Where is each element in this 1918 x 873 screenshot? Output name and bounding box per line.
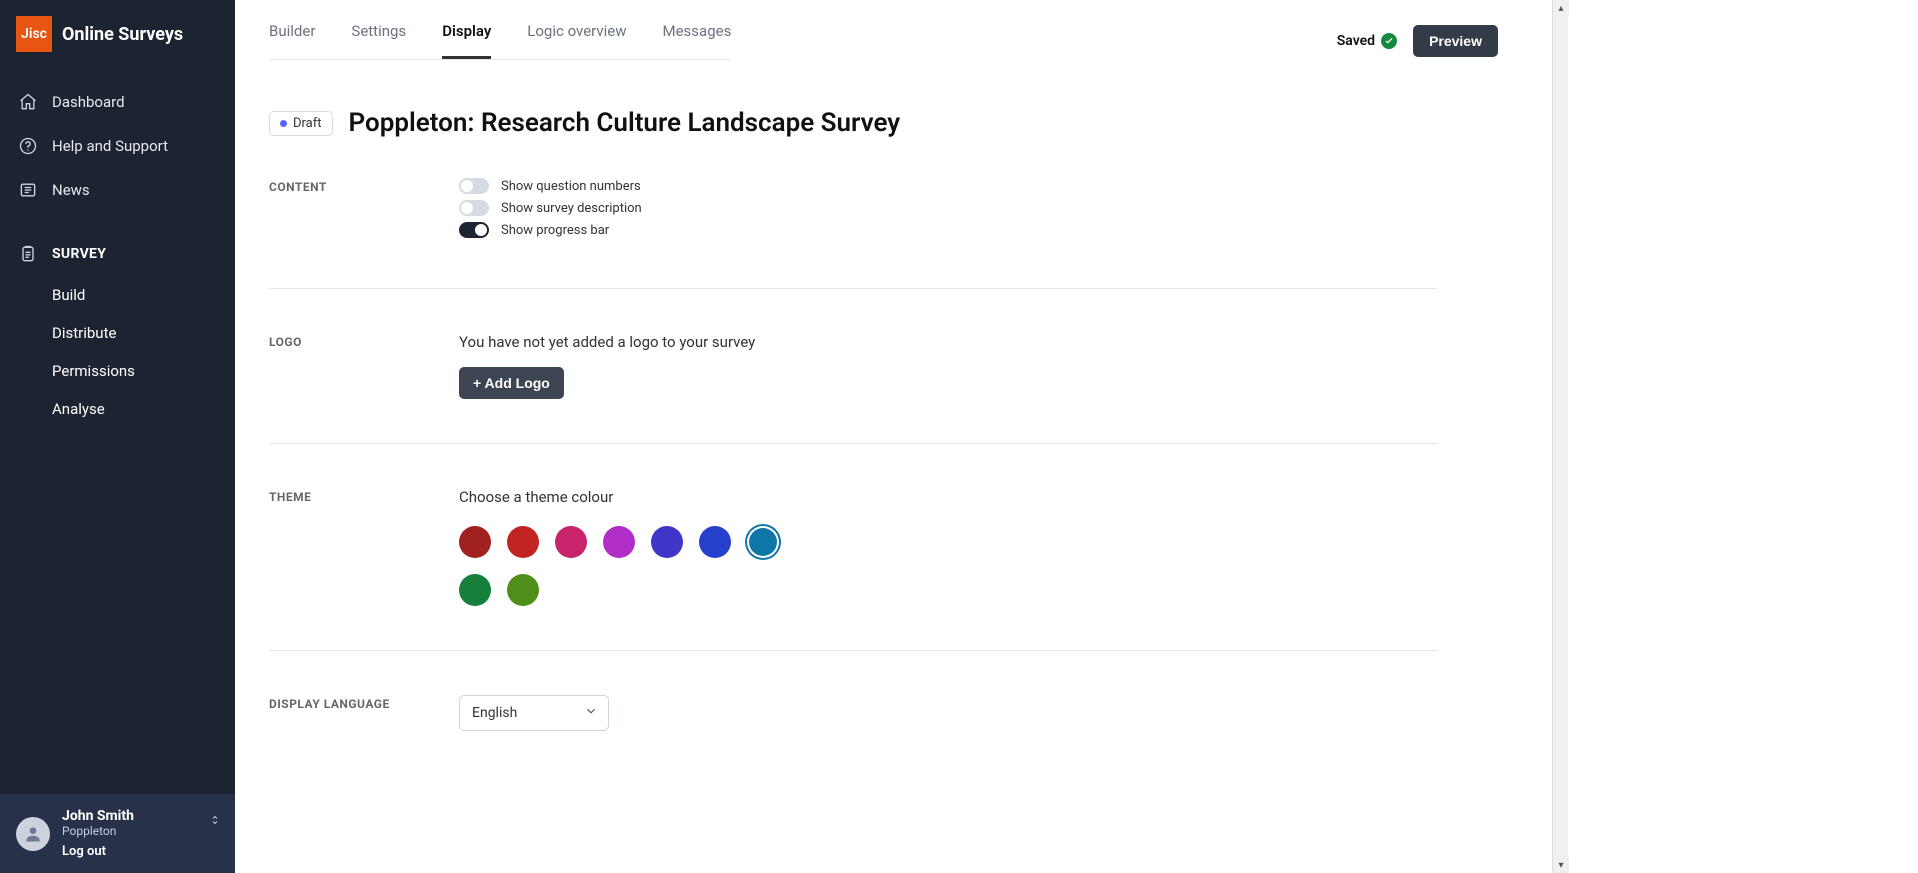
theme-swatch-7[interactable] xyxy=(459,574,491,606)
user-name: John Smith xyxy=(62,808,219,824)
language-select[interactable]: English xyxy=(459,695,609,731)
sidebar-user[interactable]: John Smith Poppleton Log out xyxy=(0,794,235,873)
toggle-description-label: Show survey description xyxy=(501,201,642,216)
theme-swatch-0[interactable] xyxy=(459,526,491,558)
logout-link[interactable]: Log out xyxy=(62,844,219,859)
home-icon xyxy=(18,92,38,112)
tabs: Builder Settings Display Logic overview … xyxy=(269,22,731,60)
theme-swatch-3[interactable] xyxy=(603,526,635,558)
section-logo-body: You have not yet added a logo to your su… xyxy=(459,333,1437,399)
toggle-row-progress: Show progress bar xyxy=(459,222,1437,238)
jisc-logo: Jisc xyxy=(16,16,52,52)
nav-dashboard-label: Dashboard xyxy=(52,93,125,111)
add-logo-button[interactable]: + Add Logo xyxy=(459,367,564,399)
title-row: Draft Poppleton: Research Culture Landsc… xyxy=(269,108,1437,138)
language-value: English xyxy=(472,705,517,721)
nav-analyse[interactable]: Analyse xyxy=(52,390,235,428)
toggle-row-description: Show survey description xyxy=(459,200,1437,216)
theme-swatch-8[interactable] xyxy=(507,574,539,606)
section-content-label: CONTENT xyxy=(269,178,459,194)
theme-swatch-6[interactable] xyxy=(749,528,777,556)
clipboard-icon xyxy=(18,244,38,264)
window-scrollbar[interactable]: ▴ ▾ xyxy=(1552,0,1568,873)
status-badge-label: Draft xyxy=(293,116,322,131)
section-language-label: DISPLAY LANGUAGE xyxy=(269,695,459,711)
toggle-row-numbers: Show question numbers xyxy=(459,178,1437,194)
nav-help[interactable]: Help and Support xyxy=(0,124,235,168)
nav-dashboard[interactable]: Dashboard xyxy=(0,80,235,124)
toggle-show-progress[interactable] xyxy=(459,222,489,238)
check-icon xyxy=(1381,33,1397,49)
topbar: Builder Settings Display Logic overview … xyxy=(235,0,1552,60)
nav-permissions[interactable]: Permissions xyxy=(52,352,235,390)
theme-swatch-4[interactable] xyxy=(651,526,683,558)
theme-swatch-2[interactable] xyxy=(555,526,587,558)
nav-section-survey: SURVEY Build Distribute Permissions Anal… xyxy=(0,232,235,428)
tab-display[interactable]: Display xyxy=(442,22,491,59)
nav-build[interactable]: Build xyxy=(52,276,235,314)
toggle-show-numbers[interactable] xyxy=(459,178,489,194)
section-language: DISPLAY LANGUAGE English xyxy=(269,695,1437,775)
theme-swatch-5[interactable] xyxy=(699,526,731,558)
tab-messages[interactable]: Messages xyxy=(663,22,732,59)
nav-survey-label: SURVEY xyxy=(52,246,106,262)
toggle-progress-label: Show progress bar xyxy=(501,223,609,238)
saved-status: Saved xyxy=(1337,33,1397,49)
brand-title: Online Surveys xyxy=(62,24,183,45)
logo-note: You have not yet added a logo to your su… xyxy=(459,333,1437,351)
status-dot-icon xyxy=(280,120,287,127)
avatar xyxy=(16,817,50,851)
section-content-body: Show question numbers Show survey descri… xyxy=(459,178,1437,244)
sidebar: Jisc Online Surveys Dashboard Help and S… xyxy=(0,0,235,873)
tab-logic[interactable]: Logic overview xyxy=(527,22,626,59)
topbar-right: Saved Preview xyxy=(1337,25,1498,57)
content: Draft Poppleton: Research Culture Landsc… xyxy=(235,60,1552,835)
section-language-body: English xyxy=(459,695,1437,731)
org-switch-icon[interactable] xyxy=(209,814,221,829)
chevron-down-icon xyxy=(584,704,598,722)
nav-survey-head: SURVEY xyxy=(0,232,235,276)
sidebar-header: Jisc Online Surveys xyxy=(0,0,235,60)
section-theme: THEME Choose a theme colour xyxy=(269,488,1437,651)
preview-button[interactable]: Preview xyxy=(1413,25,1498,57)
theme-swatch-1[interactable] xyxy=(507,526,539,558)
tab-settings[interactable]: Settings xyxy=(351,22,406,59)
tab-builder[interactable]: Builder xyxy=(269,22,315,59)
user-org: Poppleton xyxy=(62,824,219,838)
primary-nav: Dashboard Help and Support News xyxy=(0,80,235,428)
status-badge: Draft xyxy=(269,111,333,136)
saved-label: Saved xyxy=(1337,33,1375,49)
scroll-up-icon[interactable]: ▴ xyxy=(1553,0,1569,16)
news-icon xyxy=(18,180,38,200)
section-theme-body: Choose a theme colour xyxy=(459,488,1437,606)
section-content: CONTENT Show question numbers Show surve… xyxy=(269,178,1437,289)
theme-swatches xyxy=(459,526,819,606)
nav-help-label: Help and Support xyxy=(52,137,168,155)
nav-news-label: News xyxy=(52,181,90,199)
toggle-show-description[interactable] xyxy=(459,200,489,216)
scroll-down-icon[interactable]: ▾ xyxy=(1553,857,1569,873)
toggle-numbers-label: Show question numbers xyxy=(501,179,641,194)
main: Builder Settings Display Logic overview … xyxy=(235,0,1552,873)
help-icon xyxy=(18,136,38,156)
section-logo: LOGO You have not yet added a logo to yo… xyxy=(269,333,1437,444)
user-info: John Smith Poppleton Log out xyxy=(62,808,219,859)
section-logo-label: LOGO xyxy=(269,333,459,349)
nav-distribute[interactable]: Distribute xyxy=(52,314,235,352)
theme-note: Choose a theme colour xyxy=(459,488,1437,506)
section-theme-label: THEME xyxy=(269,488,459,504)
nav-news[interactable]: News xyxy=(0,168,235,212)
page-title: Poppleton: Research Culture Landscape Su… xyxy=(349,108,901,138)
